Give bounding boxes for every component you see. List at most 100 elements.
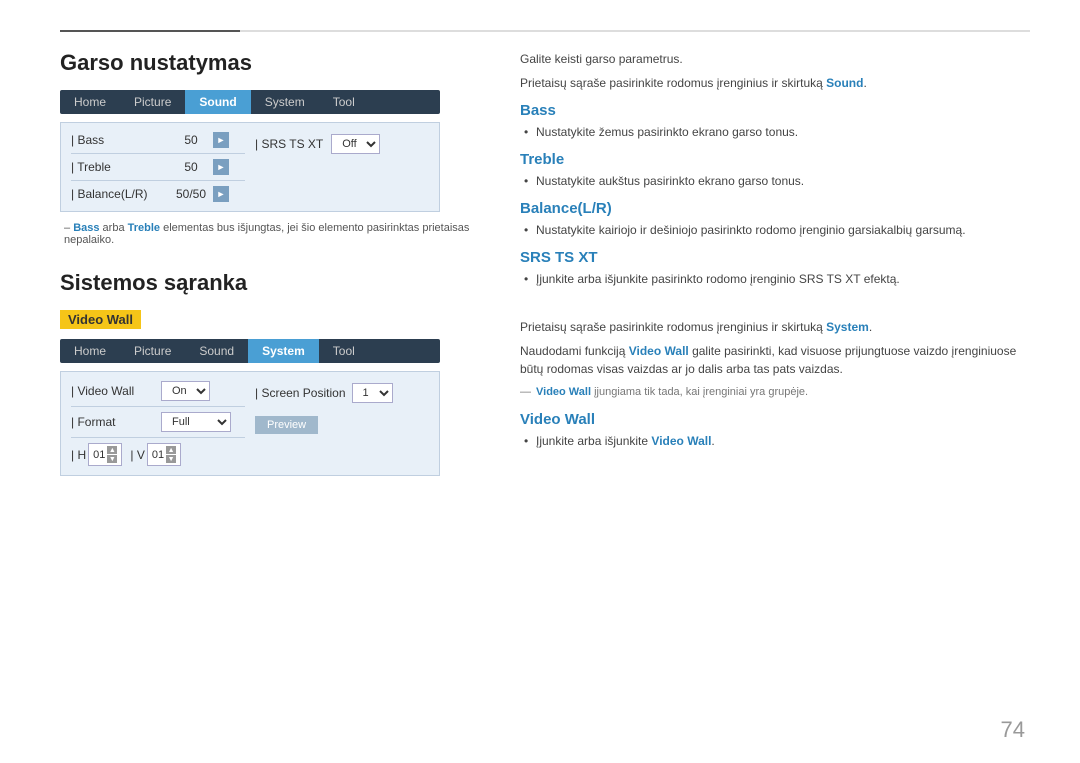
section1: Garso nustatymas Home Picture Sound Syst…: [60, 50, 470, 246]
srs-bullet-pre: Įjunkite arba išjunkite pasirinkto rodom…: [536, 272, 799, 286]
section2-note2: Naudodami funkciją Video Wall galite pas…: [520, 342, 1030, 378]
section2-title: Sistemos sąranka: [60, 270, 470, 296]
section1-right-content: Galite keisti garso parametrus. Prietais…: [520, 50, 1030, 288]
treble-label: | Treble: [71, 160, 171, 174]
vw-bullet-post: .: [711, 434, 714, 448]
bass-label: | Bass: [71, 133, 171, 147]
h-up-arrow[interactable]: ▲: [107, 446, 117, 454]
s2-note2-bold: Video Wall: [629, 344, 689, 358]
nav-sound[interactable]: Sound: [185, 90, 250, 114]
intro2-pre: Prietaisų sąraše pasirinkite rodomus įre…: [520, 76, 826, 90]
section2-panel-inner: | Video Wall On Off | Format Full: [71, 378, 429, 469]
srs-bullet: Įjunkite arba išjunkite pasirinkto rodom…: [520, 270, 1030, 288]
srs-bullet-post: efektą.: [860, 272, 899, 286]
section1-note: – Bass arba Treble elementas bus išjungt…: [60, 222, 470, 246]
treble-section-title: Treble: [520, 151, 1030, 168]
preview-button[interactable]: Preview: [255, 416, 318, 434]
treble-arrow[interactable]: ►: [213, 159, 229, 175]
nav-tool[interactable]: Tool: [319, 90, 369, 114]
h-down-arrow[interactable]: ▼: [107, 455, 117, 463]
section2-right-content: Prietaisų sąraše pasirinkite rodomus įre…: [520, 318, 1030, 450]
nav2-tool[interactable]: Tool: [319, 339, 369, 363]
srs-row: | SRS TS XT Off On: [255, 131, 429, 157]
s2-note1-post: .: [869, 320, 872, 334]
top-line: [60, 30, 1030, 32]
preview-btn-container: Preview: [255, 416, 429, 434]
section2-right-subpanel: | Screen Position 1 2 3 Preview: [255, 378, 429, 469]
bass-bullet: Nustatykite žemus pasirinkto ekrano gars…: [520, 123, 1030, 141]
format-select[interactable]: Full Natural: [161, 412, 231, 432]
v-down-arrow[interactable]: ▼: [166, 455, 176, 463]
srs-label: | SRS TS XT: [255, 137, 323, 151]
nav-system[interactable]: System: [251, 90, 319, 114]
bass-row: | Bass 50 ►: [71, 129, 245, 151]
s2-note1-highlight: System: [826, 320, 869, 334]
section2-nav: Home Picture Sound System Tool: [60, 339, 440, 363]
h-arrows: ▲ ▼: [107, 446, 117, 463]
format-label: | Format: [71, 415, 161, 429]
v-up-arrow[interactable]: ▲: [166, 446, 176, 454]
video-wall-section-title: Video Wall: [520, 411, 1030, 428]
v-spinbox[interactable]: 01 ▲ ▼: [147, 443, 181, 466]
h-label: | H: [71, 448, 86, 462]
nav2-picture[interactable]: Picture: [120, 339, 185, 363]
video-wall-row: | Video Wall On Off: [71, 378, 245, 404]
note-treble: Treble: [128, 222, 160, 234]
section2-settings-panel: | Video Wall On Off | Format Full: [60, 371, 440, 476]
srs-section-title: SRS TS XT: [520, 249, 1030, 266]
balance-value: 50/50: [171, 187, 211, 201]
nav-home[interactable]: Home: [60, 90, 120, 114]
nav2-home[interactable]: Home: [60, 339, 120, 363]
bass-arrow[interactable]: ►: [213, 132, 229, 148]
treble-bullet: Nustatykite aukštus pasirinkto ekrano ga…: [520, 172, 1030, 190]
intro2-highlight: Sound: [826, 76, 863, 90]
left-column: Garso nustatymas Home Picture Sound Syst…: [60, 50, 490, 733]
h-spinbox[interactable]: 01 ▲ ▼: [88, 443, 122, 466]
divider1: [71, 153, 245, 154]
nav2-sound[interactable]: Sound: [185, 339, 248, 363]
intro2-text: Prietaisų sąraše pasirinkite rodomus įre…: [520, 74, 1030, 92]
bass-value: 50: [171, 133, 211, 147]
balance-bullet: Nustatykite kairiojo ir dešiniojo pasiri…: [520, 221, 1030, 239]
video-wall-label: | Video Wall: [71, 384, 161, 398]
section1-right-subpanel: | SRS TS XT Off On: [255, 129, 429, 205]
vw-bullet-pre: Įjunkite arba išjunkite: [536, 434, 651, 448]
balance-row: | Balance(L/R) 50/50 ►: [71, 183, 245, 205]
treble-value: 50: [171, 160, 211, 174]
s2-note3-bold: Video Wall: [536, 386, 591, 398]
intro2-post: .: [863, 76, 866, 90]
s2-note2-pre: Naudodami funkciją: [520, 344, 629, 358]
intro1-text: Galite keisti garso parametrus.: [520, 50, 1030, 68]
section2-divider1: [71, 406, 245, 407]
hv-row: | H 01 ▲ ▼ | V 01: [71, 440, 245, 469]
v-value: 01: [152, 449, 164, 461]
section1-left-subpanel: | Bass 50 ► | Treble 50 ►: [71, 129, 245, 205]
balance-section-title: Balance(L/R): [520, 200, 1030, 217]
video-wall-select[interactable]: On Off: [161, 381, 210, 401]
vw-bullet-bold: Video Wall: [651, 434, 711, 448]
bass-section-title: Bass: [520, 102, 1030, 119]
nav-picture[interactable]: Picture: [120, 90, 185, 114]
balance-arrow[interactable]: ►: [213, 186, 229, 202]
screen-position-select[interactable]: 1 2 3: [352, 383, 393, 403]
section2-note3: Video Wall įjungiama tik tada, kai įreng…: [520, 384, 1030, 401]
srs-select[interactable]: Off On: [331, 134, 380, 154]
screen-position-row: | Screen Position 1 2 3: [255, 380, 429, 406]
s2-note1-pre: Prietaisų sąraše pasirinkite rodomus įre…: [520, 320, 826, 334]
treble-row: | Treble 50 ►: [71, 156, 245, 178]
right-column: Galite keisti garso parametrus. Prietais…: [490, 50, 1030, 733]
v-label: | V: [130, 448, 144, 462]
section1-title: Garso nustatymas: [60, 50, 470, 76]
section2-divider2: [71, 437, 245, 438]
divider2: [71, 180, 245, 181]
note-bass: Bass: [73, 222, 99, 234]
video-wall-bullet: Įjunkite arba išjunkite Video Wall.: [520, 432, 1030, 450]
section2: Sistemos sąranka Video Wall Home Picture…: [60, 270, 470, 476]
h-value: 01: [93, 449, 105, 461]
balance-label: | Balance(L/R): [71, 187, 171, 201]
section1-nav: Home Picture Sound System Tool: [60, 90, 440, 114]
format-row: | Format Full Natural: [71, 409, 245, 435]
video-wall-badge: Video Wall: [60, 310, 141, 329]
nav2-system[interactable]: System: [248, 339, 319, 363]
srs-bullet-highlight: SRS TS XT: [799, 272, 861, 286]
